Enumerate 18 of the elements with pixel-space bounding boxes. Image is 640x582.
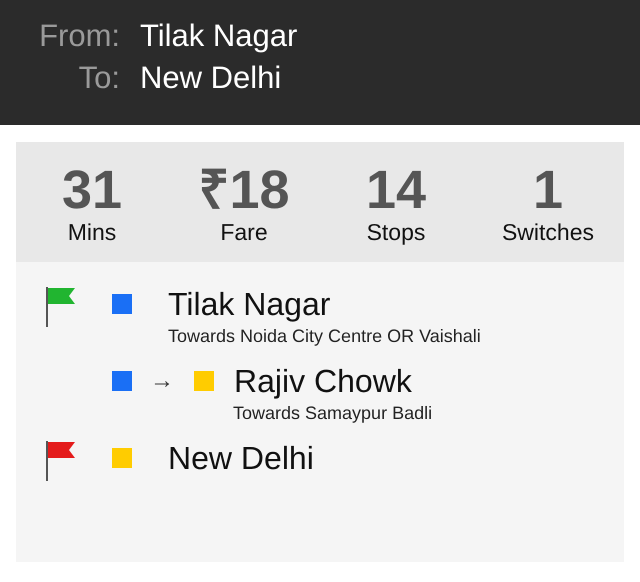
- stat-value: 14: [366, 162, 426, 218]
- origin-station: Tilak Nagar: [140, 17, 298, 55]
- stat-label: Stops: [366, 218, 426, 246]
- stat-value: 1: [532, 162, 564, 218]
- station-name: Tilak Nagar: [168, 286, 330, 322]
- from-label: From:: [38, 17, 120, 55]
- stat-value: 31: [62, 162, 122, 218]
- destination-station: New Delhi: [140, 59, 282, 97]
- stat-label: Switches: [502, 218, 594, 246]
- direction-text: Towards Samaypur Badli: [233, 403, 434, 424]
- stat-label: Mins: [68, 218, 116, 246]
- to-label: To:: [78, 59, 120, 97]
- station-name: Rajiv Chowk: [234, 362, 412, 400]
- transfer-arrow: →: [150, 367, 174, 395]
- direction-text: Towards Noida City Centre OR Vaishali: [168, 326, 482, 347]
- stat-label: Fare: [220, 218, 268, 246]
- station-name: New Delhi: [168, 440, 314, 476]
- stat-value: ₹18: [198, 162, 290, 218]
